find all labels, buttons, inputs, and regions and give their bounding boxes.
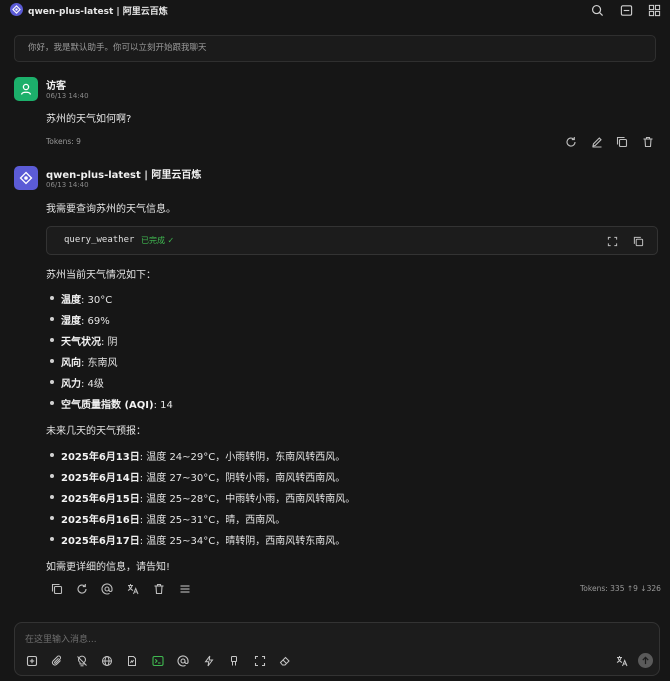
quick-phrase-icon[interactable]	[202, 654, 216, 668]
knowledge-base-icon[interactable]	[125, 654, 139, 668]
grid-apps-icon[interactable]	[646, 2, 662, 18]
clear-context-icon[interactable]	[227, 654, 241, 668]
current-weather-heading: 苏州当前天气情况如下：	[46, 270, 156, 281]
list-bullet	[50, 317, 54, 321]
app-logo-icon	[10, 3, 23, 16]
list-bullet	[50, 401, 54, 405]
list-item: 湿度: 69%	[61, 316, 110, 327]
list-bullet	[50, 338, 54, 342]
delete-icon[interactable]	[152, 582, 166, 596]
message-input-placeholder: 在这里输入消息...	[25, 635, 97, 645]
window-title: qwen-plus-latest | 阿里云百炼	[28, 7, 168, 17]
fullscreen-icon[interactable]	[253, 654, 267, 668]
list-bullet	[50, 474, 54, 478]
forecast-item: 2025年6月13日: 温度 24~29°C，小雨转阴，东南风转西风。	[61, 452, 346, 463]
assistant-avatar	[14, 166, 38, 190]
list-bullet	[50, 380, 54, 384]
message-input-box[interactable]: 在这里输入消息...	[14, 622, 660, 676]
list-item: 天气状况: 阴	[61, 337, 118, 348]
list-bullet	[50, 537, 54, 541]
user-message-text: 苏州的天气如何啊?	[46, 114, 132, 125]
menu-icon[interactable]	[178, 582, 192, 596]
assistant-sender-name: qwen-plus-latest | 阿里云百炼	[46, 170, 202, 181]
tool-status: 已完成 ✓	[141, 235, 174, 246]
list-item: 空气质量指数 (AQI): 14	[61, 400, 173, 411]
layout-toggle-icon[interactable]	[618, 2, 634, 18]
send-button[interactable]	[638, 653, 653, 668]
eraser-icon[interactable]	[278, 654, 292, 668]
forecast-item: 2025年6月17日: 温度 25~34°C，晴转阴，西南风转东南风。	[61, 536, 346, 547]
web-search-icon[interactable]	[100, 654, 114, 668]
tool-call-card[interactable]: query_weather 已完成 ✓	[46, 226, 658, 255]
user-token-count: Tokens: 9	[46, 137, 81, 146]
copy-icon[interactable]	[615, 135, 629, 149]
tool-status-label: 已完成	[141, 236, 165, 245]
list-item: 风向: 东南风	[61, 358, 118, 369]
translate-input-icon[interactable]	[615, 654, 629, 668]
list-bullet	[50, 296, 54, 300]
assistant-token-count: Tokens: 335 ↑9 ↓326	[580, 584, 661, 593]
delete-icon[interactable]	[641, 135, 655, 149]
arrow-up-icon	[642, 656, 649, 665]
list-bullet	[50, 516, 54, 520]
translate-icon[interactable]	[126, 582, 140, 596]
user-message-time: 06/13 14:40	[46, 92, 89, 100]
forecast-item: 2025年6月16日: 温度 25~31°C，晴，西南风。	[61, 515, 286, 526]
regenerate-icon[interactable]	[564, 135, 578, 149]
edit-icon[interactable]	[590, 135, 604, 149]
title-bar: qwen-plus-latest | 阿里云百炼	[0, 0, 670, 20]
tool-copy-icon[interactable]	[631, 234, 645, 248]
list-bullet	[50, 359, 54, 363]
forecast-item: 2025年6月14日: 温度 27~30°C，阴转小雨，南风转西南风。	[61, 473, 346, 484]
check-icon: ✓	[167, 236, 175, 245]
regenerate-icon[interactable]	[75, 582, 89, 596]
assistant-message-time: 06/13 14:40	[46, 181, 89, 189]
list-bullet	[50, 453, 54, 457]
forecast-heading: 未来几天的天气预报：	[46, 426, 146, 437]
new-topic-icon[interactable]	[25, 654, 39, 668]
search-icon[interactable]	[589, 2, 605, 18]
user-sender-name: 访客	[46, 81, 66, 92]
attachment-icon[interactable]	[50, 654, 64, 668]
list-item: 温度: 30°C	[61, 295, 113, 306]
forecast-item: 2025年6月15日: 温度 25~28°C，中雨转小雨，西南风转南风。	[61, 494, 356, 505]
thinking-off-icon[interactable]	[75, 654, 89, 668]
welcome-message: 你好，我是默认助手。你可以立刻开始跟我聊天	[14, 35, 656, 62]
copy-icon[interactable]	[50, 582, 64, 596]
list-bullet	[50, 495, 54, 499]
user-avatar	[14, 77, 38, 101]
mcp-terminal-icon[interactable]	[151, 654, 165, 668]
tool-name: query_weather	[64, 235, 135, 245]
mention-icon[interactable]	[100, 582, 114, 596]
list-item: 风力: 4级	[61, 379, 104, 390]
assistant-closing-text: 如需更详细的信息，请告知!	[46, 562, 171, 573]
mention-model-icon[interactable]	[176, 654, 190, 668]
expand-icon[interactable]	[605, 234, 619, 248]
assistant-intro-text: 我需要查询苏州的天气信息。	[46, 204, 176, 215]
